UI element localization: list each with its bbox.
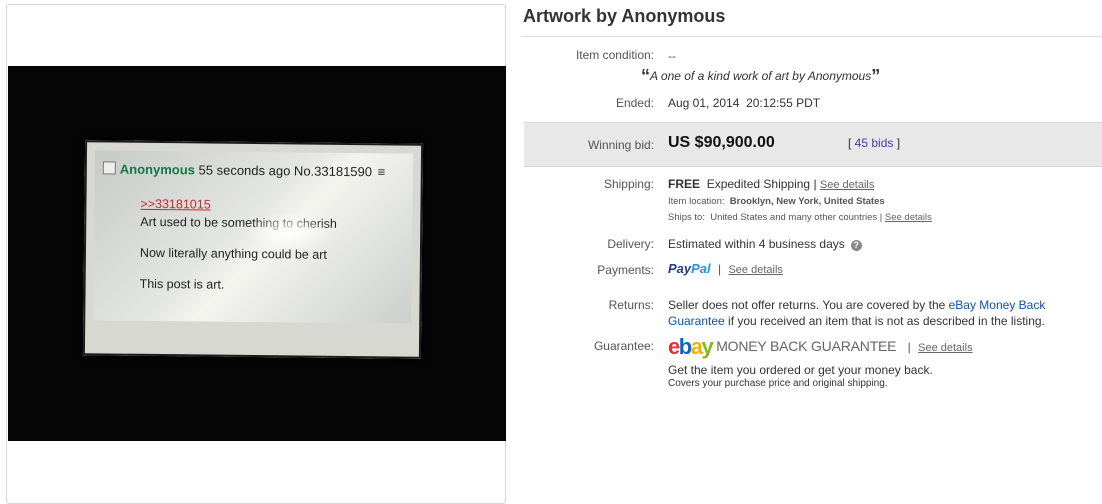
shipping-value: FREE Expedited Shipping | See details [668, 177, 874, 191]
ships-to-value: United States and many other countries [710, 212, 878, 223]
post-meta: 55 seconds ago No.33181590 [198, 162, 373, 180]
photo-frame: Anonymous 55 seconds ago No.33181590 ≡ >… [82, 140, 424, 359]
guarantee-label: Guarantee: [593, 339, 654, 353]
item-location-label: Item location: [668, 196, 725, 207]
bids-close-bracket: ] [893, 136, 901, 150]
guarantee-divider: | [907, 340, 911, 354]
item-photo[interactable]: Anonymous 55 seconds ago No.33181590 ≡ >… [8, 66, 506, 441]
post-author: Anonymous [119, 161, 196, 178]
paypal-logo: PayPal [668, 261, 711, 276]
payments-label: Payments: [597, 263, 654, 277]
ships-to: Ships to: United States and many other c… [668, 212, 932, 223]
returns-label: Returns: [608, 298, 654, 312]
bid-history-link[interactable]: 45 bids [855, 136, 894, 150]
returns-text-1: Seller does not offer returns. You are c… [668, 298, 949, 312]
ebay-logo-a: a [690, 334, 703, 359]
item-subtitle: “A one of a kind work of art by Anonymou… [641, 66, 880, 87]
bid-count: [ 45 bids ] [848, 136, 900, 150]
ships-to-see-details-link[interactable]: See details [885, 212, 932, 223]
guarantee-value: ebay MONEY BACK GUARANTEE | See details [668, 334, 973, 360]
shipping-divider: | [813, 177, 817, 191]
winning-bid-value: US $90,900.00 [668, 134, 775, 151]
delivery-label: Delivery: [607, 237, 654, 251]
money-back-link-1[interactable]: eBay Money Back [949, 298, 1046, 312]
ended-value: Aug 01, 2014 20:12:55 PDT [668, 96, 821, 110]
listing-title: Artwork by Anonymous [523, 6, 726, 26]
ended-label: Ended: [615, 96, 654, 110]
ebay-logo: ebay [668, 334, 714, 359]
item-photo-panel: Anonymous 55 seconds ago No.33181590 ≡ >… [6, 4, 506, 504]
winning-bid-label: Winning bid: [587, 138, 654, 152]
post-line-3: This post is art. [139, 276, 225, 292]
ships-to-label: Ships to: [668, 212, 705, 223]
item-condition-value: -- [668, 49, 676, 63]
shipping-label: Shipping: [603, 177, 654, 191]
quote-close: ” [871, 66, 881, 86]
subtitle-text: A one of a kind work of art by Anonymous [650, 69, 872, 83]
ebay-logo-e: e [668, 334, 680, 359]
returns-line-1: Seller does not offer returns. You are c… [668, 298, 1045, 312]
ebay-logo-b: b [678, 334, 692, 359]
payments-value: PayPal | See details [668, 261, 783, 276]
help-icon[interactable]: ? [850, 240, 862, 251]
returns-text-2: if you received an item that is not as d… [724, 314, 1045, 328]
payments-see-details-link[interactable]: See details [728, 264, 782, 276]
delivery-estimate: Estimated within 4 business days [668, 237, 845, 251]
guarantee-see-details-link[interactable]: See details [918, 342, 972, 354]
returns-line-2: Guarantee if you received an item that i… [668, 314, 1045, 328]
bids-open-bracket: [ [848, 136, 855, 150]
item-condition-label: Item condition: [575, 48, 654, 62]
delivery-value: Estimated within 4 business days? [668, 237, 862, 251]
payments-divider: | [718, 262, 722, 276]
shipping-method: Expedited Shipping [706, 177, 811, 191]
photo-glare [243, 211, 335, 253]
photo-forum-post: Anonymous 55 seconds ago No.33181590 ≡ >… [93, 150, 414, 324]
shipping-see-details-link[interactable]: See details [820, 179, 874, 191]
post-checkbox-icon [102, 161, 116, 175]
guarantee-line-2: Covers your purchase price and original … [668, 378, 888, 389]
ships-to-divider: | [879, 212, 883, 223]
item-location: Item location: Brooklyn, New York, Unite… [668, 196, 885, 207]
money-back-guarantee-text: MONEY BACK GUARANTEE [716, 338, 897, 354]
quote-open: “ [641, 66, 650, 86]
shipping-free: FREE [668, 177, 701, 191]
title-divider [521, 36, 1102, 37]
post-menu-icon: ≡ [377, 164, 386, 180]
paypal-pay: Pay [668, 261, 692, 276]
money-back-link-2[interactable]: Guarantee [668, 314, 725, 328]
ebay-logo-y: y [701, 334, 713, 359]
post-header: Anonymous 55 seconds ago No.33181590 ≡ [102, 161, 386, 180]
paypal-pal: Pal [691, 261, 711, 276]
item-location-value: Brooklyn, New York, United States [729, 196, 885, 207]
guarantee-line-1: Get the item you ordered or get your mon… [668, 363, 933, 377]
